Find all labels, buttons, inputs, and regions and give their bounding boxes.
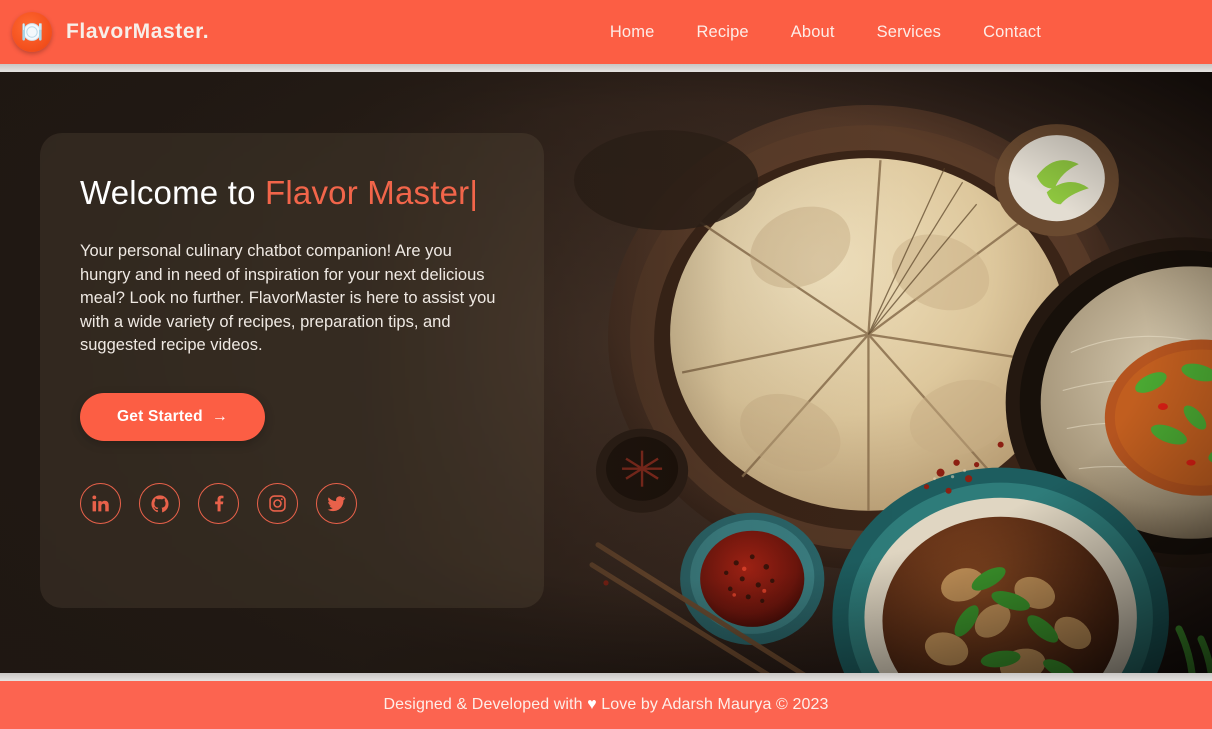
github-icon[interactable]: [139, 483, 180, 525]
footer-credit-text: Designed & Developed with ♥ Love by Adar…: [384, 696, 829, 714]
nav-item-recipe[interactable]: Recipe: [675, 15, 769, 50]
footer-text-before: Designed & Developed with: [383, 696, 588, 713]
cta-row: Get Started →: [80, 393, 504, 442]
nav-item-about[interactable]: About: [770, 15, 856, 50]
hero-title-typed: Flavor Master: [265, 174, 470, 211]
facebook-icon[interactable]: [198, 483, 239, 525]
hero-title: Welcome to Flavor Master|: [80, 173, 504, 213]
top-navigation-bar: FlavorMaster. Home Recipe About Services…: [0, 0, 1212, 64]
hero-section: Welcome to Flavor Master| Your personal …: [0, 72, 1212, 673]
header-divider-strip: [0, 64, 1212, 72]
hero-description: Your personal culinary chatbot companion…: [80, 242, 496, 354]
nav-item-home[interactable]: Home: [589, 15, 676, 50]
get-started-label: Get Started: [117, 408, 203, 426]
twitter-icon[interactable]: [316, 483, 357, 525]
hero-title-static: Welcome to: [80, 174, 265, 211]
nav-links: Home Recipe About Services Contact: [589, 15, 1062, 50]
heart-icon: ♥: [587, 696, 597, 713]
linkedin-icon[interactable]: [80, 483, 121, 525]
footer-text-after: Love by Adarsh Maurya © 2023: [596, 696, 829, 713]
nav-item-services[interactable]: Services: [856, 15, 962, 50]
brand-logo-link[interactable]: FlavorMaster.: [12, 12, 209, 52]
nav-item-contact[interactable]: Contact: [962, 15, 1062, 50]
brand-name: FlavorMaster.: [66, 20, 210, 43]
get-started-button[interactable]: Get Started →: [80, 393, 265, 442]
instagram-icon[interactable]: [257, 483, 298, 525]
plate-cutlery-icon: [12, 12, 52, 52]
arrow-right-icon: →: [211, 408, 228, 426]
footer-bar: Designed & Developed with ♥ Love by Adar…: [0, 681, 1212, 729]
footer-divider-strip: [0, 673, 1212, 681]
hero-content-card: Welcome to Flavor Master| Your personal …: [40, 133, 544, 608]
typing-caret: |: [469, 174, 479, 211]
app-root: FlavorMaster. Home Recipe About Services…: [0, 0, 1212, 729]
social-links: [80, 483, 504, 525]
